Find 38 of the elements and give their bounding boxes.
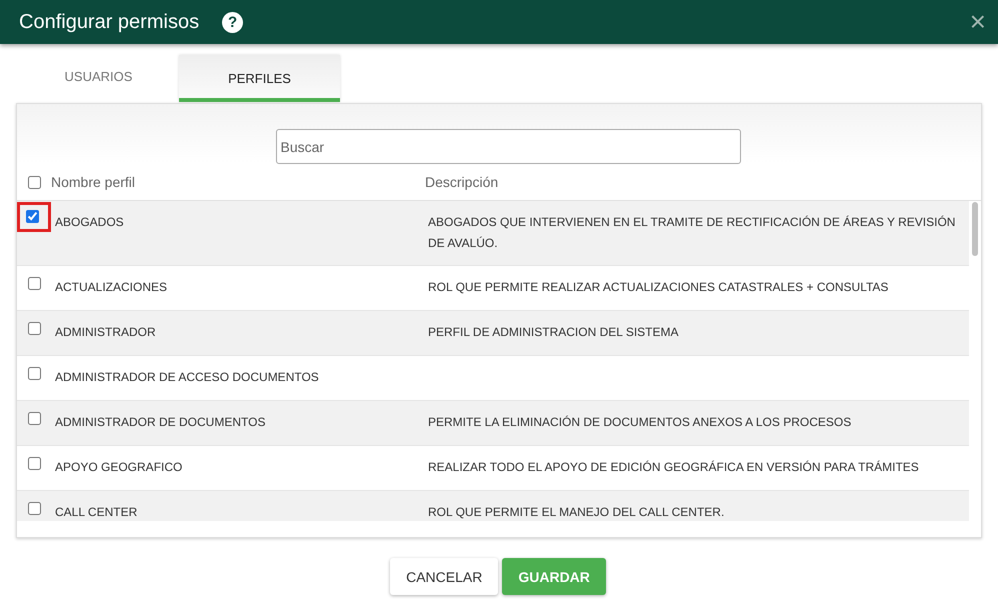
- table-row[interactable]: ADMINISTRADOR DE ACCESO DOCUMENTOS: [17, 356, 969, 401]
- table-row[interactable]: ABOGADOS ABOGADOS QUE INTERVIENEN EN EL TRAMITE DE RECTIFICACIÓN DE ÁREAS Y REVISIÓN DE AVALÚO.: [17, 201, 969, 266]
- table-cell-text: APOYO GEOGRAFICO: [54, 459, 184, 474]
- row-checkbox[interactable]: [28, 277, 40, 290]
- table-cell-text: ROL QUE PERMITE REALIZAR ACTUALIZACIONES CATASTRALES + CONSULTAS: [428, 279, 890, 296]
- select-all-checkbox[interactable]: [28, 176, 40, 188]
- table-cell-text: CALL CENTER: [54, 504, 138, 519]
- table-cell-text: ADMINISTRADOR DE DOCUMENTOS: [54, 414, 266, 429]
- table-row[interactable]: ADMINISTRADOR PERFIL DE ADMINISTRACION DEL SISTEMA: [17, 311, 969, 356]
- table-cell-text: PERFIL DE ADMINISTRACION DEL SISTEMA: [428, 324, 680, 341]
- table-cell-text: ABOGADOS: [54, 214, 125, 229]
- column-header: Nombre perfil: [51, 174, 136, 190]
- row-checkbox[interactable]: [28, 367, 40, 380]
- close-button[interactable]: ×: [966, 8, 990, 36]
- table-cell-text: PERMITE LA ELIMINACIÓN DE DOCUMENTOS ANEXOS A LOS PROCESOS: [428, 414, 852, 431]
- table-cell-text: REALIZAR TODO EL APOYO DE EDICIÓN GEOGRÁFICA EN VERSIÓN PARA TRÁMITES: [428, 459, 920, 476]
- column-header: Descripción: [425, 174, 498, 190]
- table-cell-text: ROL QUE PERMITE EL MANEJO DEL CALL CENTER.: [428, 504, 726, 521]
- scrollbar-thumb[interactable]: [972, 202, 978, 256]
- row-checkbox[interactable]: [26, 210, 39, 223]
- tab[interactable]: PERFILES: [179, 55, 340, 102]
- table-cell-text: ADMINISTRADOR: [54, 324, 157, 339]
- table-row[interactable]: CALL CENTER ROL QUE PERMITE EL MANEJO DEL CALL CENTER.: [17, 491, 969, 521]
- table-row[interactable]: ACTUALIZACIONES ROL QUE PERMITE REALIZAR ACTUALIZACIONES CATASTRALES + CONSULTAS: [17, 266, 969, 311]
- table-row[interactable]: APOYO GEOGRAFICO REALIZAR TODO EL APOYO DE EDICIÓN GEOGRÁFICA EN VERSIÓN PARA TRÁMITES: [17, 446, 969, 491]
- window-title: Configurar permisos: [19, 10, 200, 34]
- row-checkbox[interactable]: [28, 412, 40, 425]
- table-cell-text: ADMINISTRADOR DE ACCESO DOCUMENTOS: [54, 369, 320, 384]
- tab[interactable]: USUARIOS: [18, 55, 179, 102]
- help-icon[interactable]: ?: [222, 12, 244, 32]
- table-cell-text: ABOGADOS QUE INTERVIENEN EN EL TRAMITE DE RECTIFICACIÓN DE ÁREAS Y REVISIÓN DE AVALÚO.: [428, 214, 956, 252]
- row-checkbox[interactable]: [28, 322, 40, 335]
- search-field[interactable]: Buscar: [276, 129, 740, 164]
- row-checkbox[interactable]: [28, 457, 40, 470]
- table-cell-text: ACTUALIZACIONES: [54, 279, 168, 294]
- table-row[interactable]: ADMINISTRADOR DE DOCUMENTOS PERMITE LA ELIMINACIÓN DE DOCUMENTOS ANEXOS A LOS PROCESOS: [17, 401, 969, 446]
- row-checkbox[interactable]: [28, 502, 40, 515]
- cancel-button[interactable]: CANCELAR: [390, 558, 498, 595]
